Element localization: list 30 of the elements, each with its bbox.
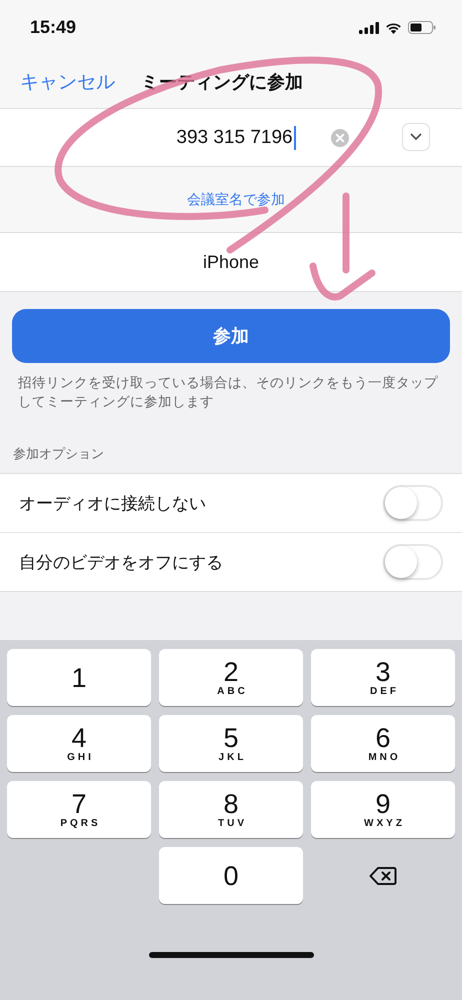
keypad-key[interactable]: 8 TUV	[159, 781, 303, 838]
backspace-icon[interactable]	[369, 866, 397, 886]
history-dropdown-button[interactable]	[402, 123, 430, 151]
keypad-key[interactable]: 5 JKL	[159, 715, 303, 772]
status-time: 15:49	[30, 17, 76, 38]
join-by-room-name-link[interactable]: 会議室名で参加	[187, 190, 285, 208]
clear-icon[interactable]	[331, 129, 349, 147]
option-label: 自分のビデオをオフにする	[19, 552, 223, 574]
section-header: 参加オプション	[13, 445, 105, 463]
meeting-id-field[interactable]: 393 315 7196	[176, 126, 296, 150]
toggle-switch[interactable]	[383, 485, 443, 521]
battery-icon	[408, 21, 436, 34]
keypad-key[interactable]: 2 ABC	[159, 649, 303, 706]
screen-title: ミーティングに参加	[141, 70, 303, 94]
wifi-icon	[385, 22, 402, 34]
cancel-button[interactable]: キャンセル	[20, 68, 115, 94]
keypad-key[interactable]: 3 DEF	[311, 649, 455, 706]
keypad-key[interactable]: 1	[7, 649, 151, 706]
signal-icon	[359, 22, 379, 34]
option-label: オーディオに接続しない	[19, 492, 206, 514]
keypad-key[interactable]: 4 GHI	[7, 715, 151, 772]
keypad-key[interactable]: 7 PQRS	[7, 781, 151, 838]
keypad-key[interactable]: 9 WXYZ	[311, 781, 455, 838]
invite-link-hint: 招待リンクを受け取っている場合は、そのリンクをもう一度タップしてミーティングに参加します	[18, 374, 439, 411]
keypad-key[interactable]: 6 MNO	[311, 715, 455, 772]
toggle-switch[interactable]	[383, 544, 443, 580]
chevron-down-icon	[410, 133, 422, 141]
keypad-key[interactable]: 0	[159, 847, 303, 904]
display-name-field[interactable]: iPhone	[202, 252, 260, 272]
join-button[interactable]: 参加	[12, 309, 450, 363]
